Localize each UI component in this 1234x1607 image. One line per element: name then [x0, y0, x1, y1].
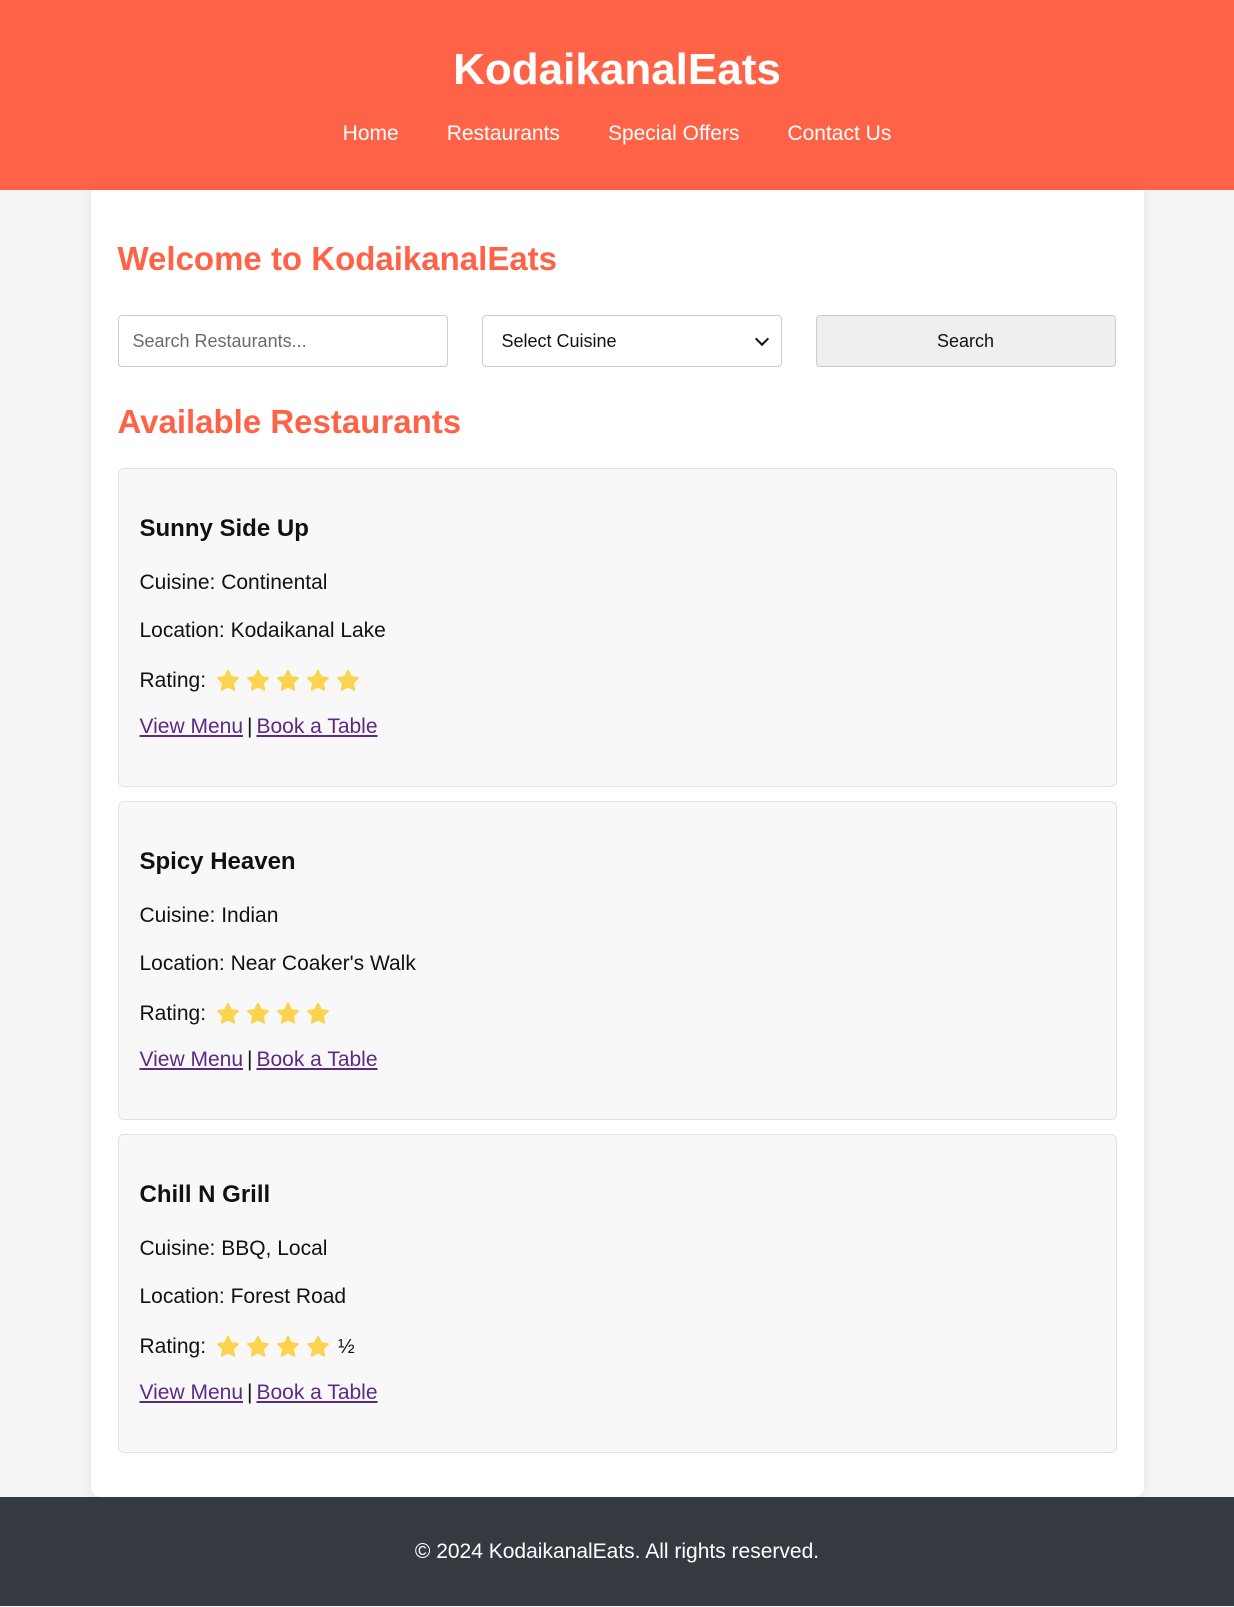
nav-home[interactable]: Home	[343, 122, 399, 146]
rating-stars	[216, 1002, 330, 1026]
star-icon	[247, 1335, 269, 1357]
star-icon	[217, 669, 239, 691]
site-header: KodaikanalEats Home Restaurants Special …	[0, 0, 1234, 190]
restaurant-name: Sunny Side Up	[139, 515, 309, 542]
restaurant-name: Chill N Grill	[139, 1181, 271, 1208]
book-table-link[interactable]: Book a Table	[256, 1048, 377, 1071]
restaurant-card: Chill N Grill Cuisine: BBQ, Local Locati…	[117, 1134, 1117, 1453]
search-bar: Select Cuisine Search	[117, 315, 1117, 367]
search-button[interactable]: Search	[815, 315, 1116, 367]
chevron-down-icon	[754, 331, 769, 346]
restaurant-location: Location: Kodaikanal Lake	[139, 619, 386, 642]
cuisine-select-value: Select Cuisine	[501, 330, 617, 351]
star-icon	[307, 669, 329, 691]
restaurant-location: Location: Near Coaker's Walk	[139, 952, 416, 975]
rating-label: Rating:	[139, 669, 207, 692]
view-menu-link[interactable]: View Menu	[140, 1381, 244, 1404]
restaurant-name: Spicy Heaven	[139, 848, 296, 875]
search-input[interactable]	[117, 315, 448, 367]
book-table-link[interactable]: Book a Table	[256, 715, 377, 738]
restaurant-cuisine: Cuisine: BBQ, Local	[139, 1237, 328, 1260]
star-icon	[247, 669, 269, 691]
restaurant-cuisine: Cuisine: Indian	[139, 904, 279, 927]
cuisine-select[interactable]: Select Cuisine	[481, 315, 782, 367]
star-icon	[217, 1002, 239, 1024]
link-separator: |	[247, 1048, 253, 1071]
restaurant-rating: Rating: ½	[140, 1333, 1095, 1361]
restaurant-rating: Rating:	[140, 667, 1095, 695]
main-nav: Home Restaurants Special Offers Contact …	[0, 122, 1234, 146]
rating-label: Rating:	[139, 1335, 207, 1358]
nav-contact-us[interactable]: Contact Us	[787, 122, 891, 146]
restaurant-links: View Menu | Book a Table	[140, 715, 1095, 739]
link-separator: |	[247, 1381, 253, 1404]
rating-stars: ½	[216, 1335, 355, 1359]
star-icon	[277, 1002, 299, 1024]
view-menu-link[interactable]: View Menu	[140, 715, 244, 738]
site-footer: © 2024 KodaikanalEats. All rights reserv…	[0, 1497, 1234, 1606]
star-icon	[277, 1335, 299, 1357]
nav-special-offers[interactable]: Special Offers	[608, 122, 740, 146]
copyright-text: © 2024 KodaikanalEats. All rights reserv…	[414, 1540, 820, 1563]
restaurant-list: Sunny Side Up Cuisine: Continental Locat…	[117, 468, 1117, 1453]
star-icon	[337, 669, 359, 691]
restaurant-links: View Menu | Book a Table	[140, 1381, 1095, 1405]
star-icon	[307, 1335, 329, 1357]
star-icon	[307, 1002, 329, 1024]
restaurant-location: Location: Forest Road	[139, 1285, 347, 1308]
star-icon	[217, 1335, 239, 1357]
site-title: KodaikanalEats	[453, 45, 781, 94]
book-table-link[interactable]: Book a Table	[256, 1381, 377, 1404]
restaurants-heading: Available Restaurants	[117, 403, 462, 440]
half-star-glyph: ½	[338, 1335, 355, 1358]
restaurant-links: View Menu | Book a Table	[140, 1048, 1095, 1072]
link-separator: |	[247, 715, 253, 738]
nav-restaurants[interactable]: Restaurants	[447, 122, 560, 146]
restaurant-card: Sunny Side Up Cuisine: Continental Locat…	[117, 468, 1117, 787]
view-menu-link[interactable]: View Menu	[140, 1048, 244, 1071]
welcome-heading: Welcome to KodaikanalEats	[117, 240, 558, 277]
rating-label: Rating:	[139, 1002, 207, 1025]
restaurant-cuisine: Cuisine: Continental	[139, 571, 328, 594]
main-content: Welcome to KodaikanalEats Select Cuisine…	[90, 190, 1144, 1497]
star-icon	[277, 669, 299, 691]
restaurant-card: Spicy Heaven Cuisine: Indian Location: N…	[117, 801, 1117, 1120]
rating-stars	[216, 669, 360, 693]
restaurant-rating: Rating:	[140, 1000, 1095, 1028]
star-icon	[247, 1002, 269, 1024]
